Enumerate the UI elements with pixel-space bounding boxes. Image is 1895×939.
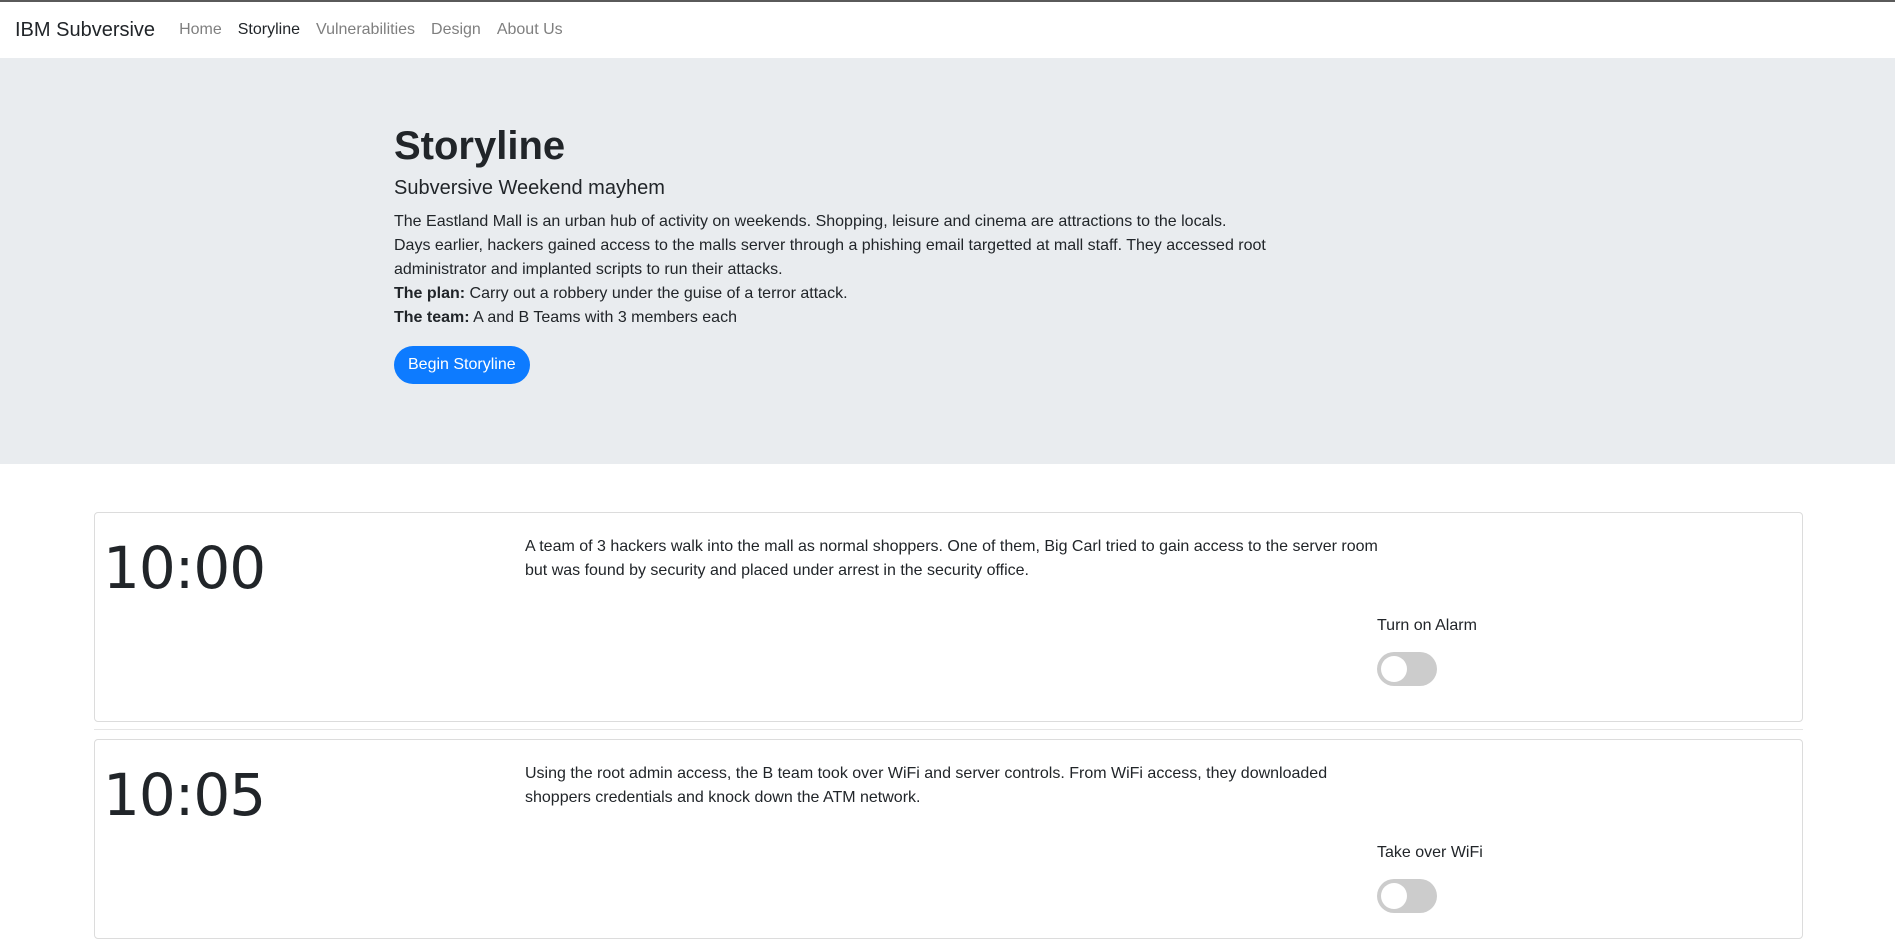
backstory-paragraph: Days earlier, hackers gained access to t…	[394, 237, 1266, 278]
jumbotron-content: Storyline Subversive Weekend mayhem The …	[394, 124, 1274, 384]
timeline-card: 10:00 A team of 3 hackers walk into the …	[94, 512, 1803, 722]
alarm-toggle-label: Turn on Alarm	[1377, 617, 1477, 634]
wifi-toggle-switch[interactable]	[1377, 879, 1437, 913]
nav-item-home[interactable]: Home	[179, 22, 222, 38]
event-time: 10:05	[103, 761, 266, 829]
nav-item-storyline[interactable]: Storyline	[238, 22, 300, 38]
wifi-toggle-label: Take over WiFi	[1377, 844, 1483, 861]
begin-storyline-button[interactable]: Begin Storyline	[394, 346, 530, 384]
navbar: IBM Subversive Home Storyline Vulnerabil…	[0, 2, 1895, 58]
alarm-toggle-switch[interactable]	[1377, 652, 1437, 686]
divider	[94, 729, 1803, 730]
team-text: A and B Teams with 3 members each	[469, 309, 737, 326]
event-time: 10:00	[103, 534, 266, 602]
team-label: The team:	[394, 309, 470, 326]
plan-text: Carry out a robbery under the guise of a…	[465, 285, 848, 302]
page-subtitle: Subversive Weekend mayhem	[394, 177, 665, 199]
team-line: The team: A and B Teams with 3 members e…	[394, 306, 1274, 330]
toggle-knob	[1381, 656, 1407, 682]
navbar-brand[interactable]: IBM Subversive	[15, 20, 155, 40]
page-title: Storyline	[394, 124, 566, 168]
event-description: A team of 3 hackers walk into the mall a…	[525, 538, 1378, 579]
nav-item-about-us[interactable]: About Us	[497, 22, 563, 38]
nav-item-vulnerabilities[interactable]: Vulnerabilities	[316, 22, 415, 38]
jumbotron: Storyline Subversive Weekend mayhem The …	[0, 58, 1895, 464]
plan-line: The plan: Carry out a robbery under the …	[394, 282, 1274, 306]
plan-label: The plan:	[394, 285, 466, 302]
event-description: Using the root admin access, the B team …	[525, 765, 1328, 806]
timeline-card: 10:05 Using the root admin access, the B…	[94, 739, 1803, 939]
intro-paragraph: The Eastland Mall is an urban hub of act…	[394, 213, 1227, 230]
nav-item-design[interactable]: Design	[431, 22, 481, 38]
toggle-knob	[1381, 883, 1407, 909]
